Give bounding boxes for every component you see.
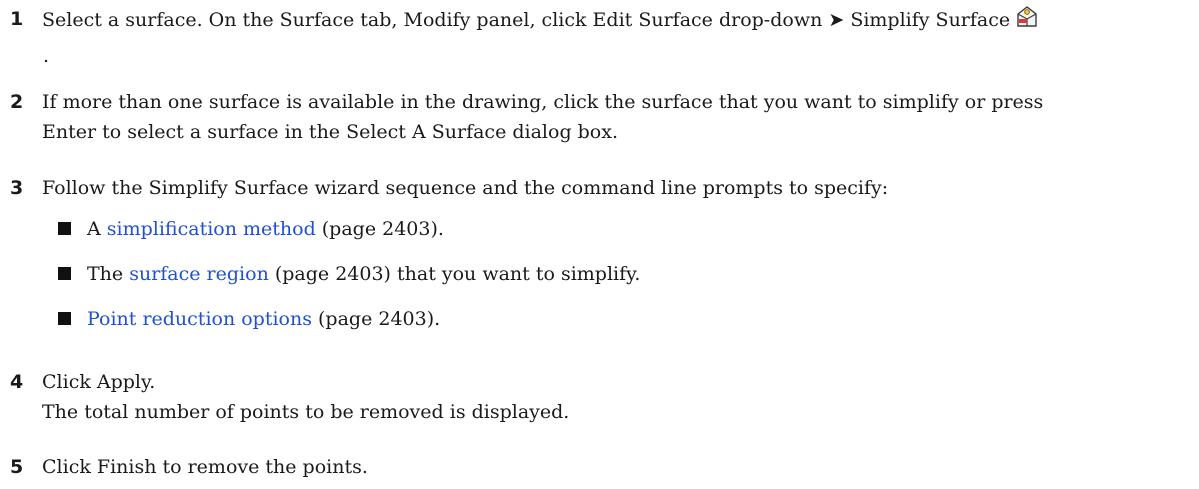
simplify-surface-icon xyxy=(1014,4,1040,30)
step-1-text: Select a surface. On the Surface tab, Mo… xyxy=(42,9,1011,31)
step-1-trailing-period: . xyxy=(43,45,50,67)
step-number: 2 xyxy=(10,91,24,113)
step-number: 1 xyxy=(10,8,24,30)
simplification-method-link[interactable]: simplification method xyxy=(107,218,316,240)
step-5-text: Click Finish to remove the points. xyxy=(42,456,368,478)
step-2-line-1: If more than one surface is available in… xyxy=(42,91,1044,113)
step-text: If more than one surface is available in… xyxy=(42,87,1192,147)
bullet-icon xyxy=(58,267,71,280)
bullet-prefix: A xyxy=(87,218,107,240)
bullet-suffix: (page 2403). xyxy=(311,308,441,330)
bullet-suffix: (page 2403). xyxy=(315,218,444,240)
point-reduction-options-link[interactable]: Point reduction options xyxy=(87,308,312,330)
step-2-line-2: Enter to select a surface in the Select … xyxy=(42,121,619,143)
step-number: 5 xyxy=(10,456,24,478)
bullet-prefix: The xyxy=(87,263,130,285)
bullet-item-point-reduction-options: Point reduction options (page 2403). xyxy=(58,304,440,334)
step-4-text: Click Apply. xyxy=(42,371,156,393)
step-text: Select a surface. On the Surface tab, Mo… xyxy=(42,4,1192,35)
bullet-suffix: (page 2403) that you want to simplify. xyxy=(268,263,641,285)
document-page: 1 Select a surface. On the Surface tab, … xyxy=(0,0,1199,489)
step-number: 4 xyxy=(10,371,24,393)
bullet-item-surface-region: The surface region (page 2403) that you … xyxy=(58,259,640,289)
step-text: Click Apply. The total number of points … xyxy=(42,367,1192,427)
bullet-icon xyxy=(58,312,71,325)
surface-region-link[interactable]: surface region xyxy=(129,263,269,285)
step-number: 3 xyxy=(10,177,24,199)
bullet-item-simplification-method: A simplification method (page 2403). xyxy=(58,214,444,244)
step-4-note: The total number of points to be removed… xyxy=(42,401,570,423)
step-3-text: Follow the Simplify Surface wizard seque… xyxy=(42,177,889,199)
bullet-icon xyxy=(58,222,71,235)
